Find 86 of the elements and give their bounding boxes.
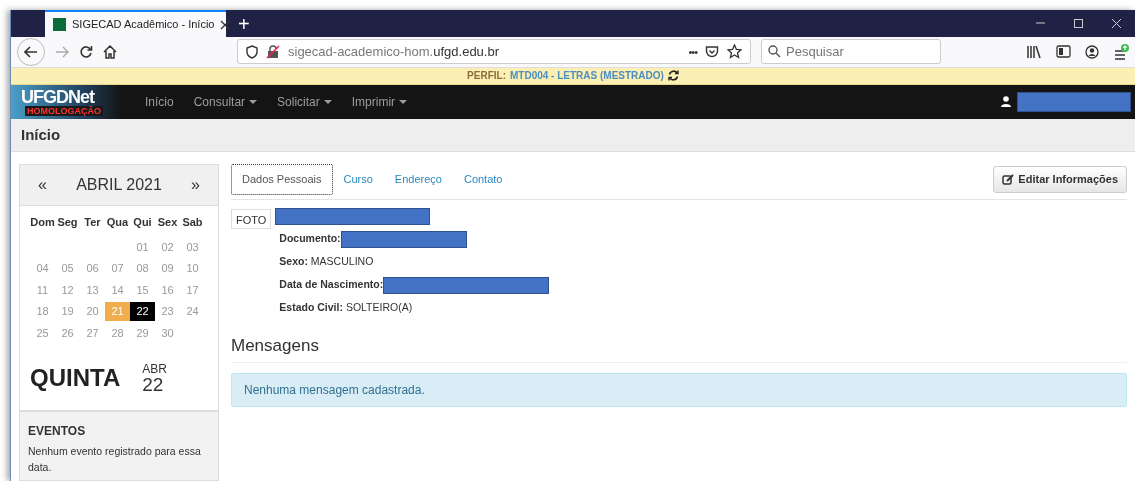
weekday-label: Qui bbox=[132, 215, 153, 230]
calendar-day[interactable]: 17 bbox=[180, 280, 205, 299]
field-text: Sexo: MASCULINO bbox=[279, 254, 375, 270]
calendar-day[interactable]: 22 bbox=[130, 302, 155, 321]
calendar-day[interactable]: 05 bbox=[55, 259, 80, 278]
home-icon[interactable] bbox=[103, 44, 117, 59]
calendar-day[interactable]: 09 bbox=[155, 259, 180, 278]
calendar-day[interactable]: 30 bbox=[155, 323, 180, 342]
profile-text: PERFIL: MTD004 - LETRAS (MESTRADO) bbox=[467, 69, 664, 84]
tab[interactable]: Curso bbox=[332, 164, 384, 195]
weekday-label: Ter bbox=[83, 215, 102, 230]
weekday-label: Dom bbox=[30, 215, 55, 230]
field-text: Estado Civil: SOLTEIRO(A) bbox=[279, 300, 414, 316]
calendar-day[interactable]: 27 bbox=[80, 323, 105, 342]
weekday-label: Sex bbox=[156, 215, 179, 230]
calendar-day[interactable]: 25 bbox=[30, 323, 55, 342]
events-title: EVENTOS bbox=[28, 423, 87, 440]
edit-button[interactable]: Editar Informações bbox=[993, 166, 1127, 193]
field-label: Data de Nascimento: bbox=[279, 277, 384, 293]
calendar-day[interactable]: 28 bbox=[105, 323, 130, 342]
nav-item[interactable]: Consultar bbox=[183, 92, 268, 111]
url-text[interactable]: sigecad-academico-hom.ufgd.edu.br bbox=[288, 42, 499, 62]
calendar-day[interactable]: 13 bbox=[80, 280, 105, 299]
calendar-day[interactable]: 21 bbox=[105, 302, 130, 321]
refresh-icon[interactable] bbox=[667, 70, 679, 82]
month-abbreviation: ABR bbox=[142, 362, 167, 375]
shield-icon bbox=[246, 44, 258, 59]
calendar-day[interactable]: 23 bbox=[155, 302, 180, 321]
next-month-button[interactable]: » bbox=[191, 173, 200, 197]
insecure-lock-icon bbox=[266, 44, 280, 59]
calendar-day[interactable]: 03 bbox=[180, 237, 205, 256]
month-title: ABRIL 2021 bbox=[76, 175, 162, 195]
tab[interactable]: Endereço bbox=[383, 164, 453, 195]
calendar-day[interactable]: 04 bbox=[30, 259, 55, 278]
weekday-label: Qua bbox=[105, 215, 130, 230]
calendar-day[interactable]: 11 bbox=[30, 280, 55, 299]
search-icon bbox=[768, 45, 781, 59]
calendar-day[interactable]: 12 bbox=[55, 280, 80, 299]
logo-text: UFGDNet bbox=[21, 87, 94, 106]
calendar-day[interactable]: 18 bbox=[30, 302, 55, 321]
weekday-label: Sab bbox=[181, 215, 204, 230]
more-button[interactable]: ••• bbox=[688, 43, 697, 61]
calendar-day[interactable]: 01 bbox=[130, 237, 155, 256]
account-icon[interactable] bbox=[1085, 44, 1099, 59]
calendar-day[interactable]: 10 bbox=[180, 259, 205, 278]
calendar-day[interactable]: 02 bbox=[155, 237, 180, 256]
calendar-day[interactable]: 08 bbox=[130, 259, 155, 278]
empty-message: Nenhuma mensagem cadastrada. bbox=[231, 373, 1127, 407]
nav-item[interactable]: Imprimir bbox=[341, 92, 418, 111]
sidebar-icon[interactable] bbox=[1056, 45, 1071, 59]
section-title: Mensagens bbox=[231, 332, 1127, 363]
menu-icon[interactable] bbox=[1113, 42, 1129, 61]
calendar-day[interactable]: 19 bbox=[55, 302, 80, 321]
field-label: Documento: bbox=[279, 231, 341, 247]
weekday-name: QUINTA bbox=[30, 363, 121, 393]
events-text: Nenhum evento registrado para essa data. bbox=[28, 444, 202, 475]
previous-month-button[interactable]: « bbox=[38, 173, 47, 197]
maximize-icon[interactable] bbox=[1072, 18, 1084, 29]
star-icon[interactable] bbox=[727, 44, 742, 60]
environment-label: HOMOLOGAÇÃO bbox=[25, 105, 103, 116]
favicon bbox=[53, 18, 66, 31]
nav-item[interactable]: Solicitar bbox=[267, 92, 342, 111]
calendar-day[interactable]: 26 bbox=[55, 323, 80, 342]
nav-item[interactable]: Início bbox=[135, 92, 184, 111]
calendar-day[interactable]: 29 bbox=[130, 323, 155, 342]
calendar-day[interactable]: 24 bbox=[180, 302, 205, 321]
calendar-day[interactable]: 20 bbox=[80, 302, 105, 321]
library-icon[interactable] bbox=[1026, 44, 1042, 59]
page-title: Início bbox=[11, 118, 1135, 152]
user-icon[interactable] bbox=[1001, 96, 1011, 107]
calendar-day[interactable]: 16 bbox=[155, 280, 180, 299]
new-tab-button[interactable]: + bbox=[226, 10, 262, 37]
search-field[interactable]: Pesquisar bbox=[761, 39, 941, 65]
calendar-day[interactable]: 07 bbox=[105, 259, 130, 278]
pocket-icon[interactable] bbox=[705, 44, 719, 59]
calendar-day[interactable]: 15 bbox=[130, 280, 155, 299]
tab-title: SIGECAD Acadêmico - Início bbox=[72, 17, 215, 33]
reload-icon[interactable] bbox=[79, 44, 93, 59]
weekday-label: Seg bbox=[56, 215, 79, 230]
back-arrow-icon bbox=[24, 45, 38, 58]
edit-icon bbox=[1002, 173, 1015, 185]
tab[interactable]: Contato bbox=[452, 164, 514, 195]
day-number: 22 bbox=[142, 374, 165, 394]
calendar-day[interactable]: 06 bbox=[80, 259, 105, 278]
close-icon[interactable] bbox=[220, 19, 231, 30]
calendar-day[interactable]: 14 bbox=[105, 280, 130, 299]
